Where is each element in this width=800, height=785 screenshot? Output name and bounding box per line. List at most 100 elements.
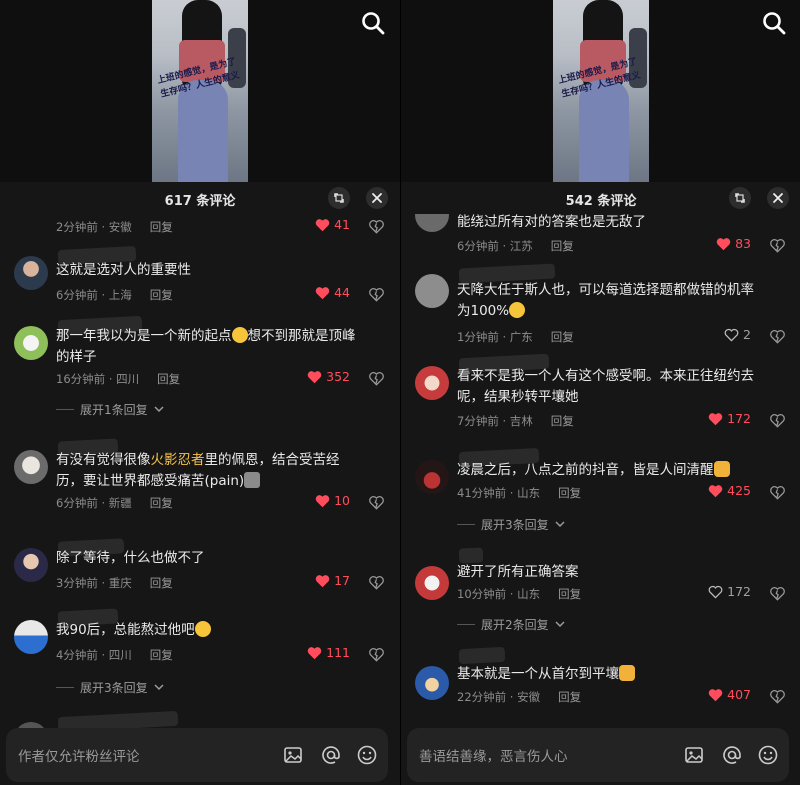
dislike-icon[interactable]	[369, 371, 384, 386]
comment-input[interactable]: 作者仅允许粉丝评论	[6, 728, 388, 782]
dislike-icon[interactable]	[770, 329, 785, 344]
avatar[interactable]	[415, 366, 449, 400]
comment-meta: 10分钟前 · 山东 回复	[457, 587, 582, 601]
like-button[interactable]: 425	[708, 483, 751, 498]
like-button[interactable]: 41	[315, 217, 350, 232]
cat-emoji-icon	[244, 472, 261, 488]
dislike-icon[interactable]	[770, 413, 785, 428]
mention-icon[interactable]	[721, 744, 743, 766]
expand-sheet-button[interactable]	[328, 187, 350, 209]
close-button[interactable]	[767, 187, 789, 209]
expand-icon	[334, 193, 344, 203]
reply-button[interactable]: 回复	[157, 372, 180, 386]
reply-button[interactable]: 回复	[150, 496, 173, 510]
like-button[interactable]: 352	[307, 369, 350, 384]
reply-button[interactable]: 回复	[558, 690, 581, 704]
expand-replies-button[interactable]: 展开3条回复	[56, 679, 164, 696]
laughing-emoji-icon	[231, 327, 248, 343]
avatar[interactable]	[14, 450, 48, 484]
reply-button[interactable]: 回复	[150, 220, 173, 234]
avatar[interactable]	[14, 256, 48, 290]
dislike-icon[interactable]	[770, 586, 785, 601]
close-button[interactable]	[366, 187, 388, 209]
comment-list[interactable]: 2分钟前 · 安徽 回复 41 这就是选对人的重要性 6分钟前 · 上海 回复 44…	[0, 214, 400, 734]
username-redacted	[458, 646, 506, 665]
expand-replies-button[interactable]: 展开1条回复	[56, 401, 164, 418]
dislike-icon[interactable]	[369, 647, 384, 662]
comment-text: 能绕过所有对的答案也是无敌了	[457, 214, 646, 230]
reply-button[interactable]: 回复	[150, 576, 173, 590]
reply-button[interactable]: 回复	[551, 239, 574, 253]
laughing-emoji-icon	[194, 621, 211, 637]
heart-outline-icon	[708, 585, 723, 599]
thumbs-up-emoji-icon	[619, 665, 635, 681]
heart-outline-icon	[724, 328, 739, 342]
expand-sheet-button[interactable]	[729, 187, 751, 209]
avatar[interactable]	[14, 326, 48, 360]
comment-meta: 16分钟前 · 四川 回复	[56, 372, 181, 386]
reply-button[interactable]: 回复	[558, 587, 581, 601]
like-button[interactable]: 407	[708, 687, 751, 702]
thumbs-up-emoji-icon	[713, 461, 730, 477]
avatar[interactable]	[14, 548, 48, 582]
reply-button[interactable]: 回复	[150, 288, 173, 302]
heart-icon	[716, 237, 731, 250]
reply-button[interactable]: 回复	[551, 330, 574, 344]
reply-button[interactable]: 回复	[150, 648, 173, 662]
comment-meta: 6分钟前 · 江苏 回复	[457, 239, 574, 253]
dislike-icon[interactable]	[369, 287, 384, 302]
video-player[interactable]: 上班的感觉，是为了生存吗？人生的意义	[0, 0, 400, 182]
avatar[interactable]	[415, 566, 449, 600]
image-icon[interactable]	[282, 744, 304, 766]
image-icon[interactable]	[683, 744, 705, 766]
dislike-icon[interactable]	[770, 689, 785, 704]
emoji-icon[interactable]	[356, 744, 378, 766]
like-button[interactable]: 83	[716, 236, 751, 251]
comment-header: 617 条评论	[0, 182, 400, 214]
comment-meta: 4分钟前 · 四川 回复	[56, 648, 173, 662]
dislike-icon[interactable]	[770, 238, 785, 253]
comment-text: 看来不是我一个人有这个感受啊。本来正往纽约去呢，结果秒转平壤她	[457, 368, 754, 405]
dislike-icon[interactable]	[369, 495, 384, 510]
comment-sheet: 542 条评论 能绕过所有对的答案也是无敌了 6分钟前 · 江苏 回复 83 天降	[401, 182, 800, 785]
video-thumbnail[interactable]: 上班的感觉，是为了生存吗？人生的意义	[152, 0, 248, 182]
heart-icon	[315, 286, 330, 299]
comment-text: 基本就是一个从首尔到平壤	[457, 664, 757, 685]
reply-button[interactable]: 回复	[551, 414, 574, 428]
like-button[interactable]: 44	[315, 285, 350, 300]
video-thumbnail[interactable]: 上班的感觉，是为了生存吗？人生的意义	[553, 0, 649, 182]
comment-meta: 3分钟前 · 重庆 回复	[56, 576, 173, 590]
like-button[interactable]: 17	[315, 573, 350, 588]
dislike-icon[interactable]	[369, 219, 384, 234]
dislike-icon[interactable]	[770, 485, 785, 500]
avatar[interactable]	[14, 620, 48, 654]
heart-icon	[307, 646, 322, 659]
chevron-down-icon	[154, 406, 164, 413]
comment-meta: 41分钟前 · 山东 回复	[457, 486, 582, 500]
avatar[interactable]	[415, 460, 449, 494]
comment-text: 我90后，总能熬过他吧	[56, 620, 356, 641]
comment-text: 天降大任于斯人也，可以每道选择题都做错的机率为100%	[457, 282, 754, 319]
reply-button[interactable]: 回复	[558, 486, 581, 500]
like-button[interactable]: 10	[315, 493, 350, 508]
comment-input[interactable]: 善语结善缘，恶言伤人心	[407, 728, 789, 782]
comment-meta: 6分钟前 · 上海 回复	[56, 288, 173, 302]
avatar[interactable]	[415, 214, 449, 232]
like-button[interactable]: 172	[708, 584, 751, 599]
avatar[interactable]	[415, 274, 449, 308]
like-button[interactable]: 2	[724, 327, 751, 342]
search-keyword-link[interactable]: 火影忍者	[151, 452, 205, 468]
comment-list[interactable]: 能绕过所有对的答案也是无敌了 6分钟前 · 江苏 回复 83 天降大任于斯人也，可…	[401, 214, 800, 734]
emoji-icon[interactable]	[757, 744, 779, 766]
dislike-icon[interactable]	[369, 575, 384, 590]
like-button[interactable]: 111	[307, 645, 350, 660]
expand-replies-button[interactable]: 展开2条回复	[457, 616, 565, 633]
mention-icon[interactable]	[320, 744, 342, 766]
expand-replies-button[interactable]: 展开3条回复	[457, 516, 565, 533]
search-icon[interactable]	[761, 10, 787, 36]
avatar[interactable]	[415, 666, 449, 700]
search-icon[interactable]	[360, 10, 386, 36]
video-player[interactable]: 上班的感觉，是为了生存吗？人生的意义	[401, 0, 800, 182]
like-button[interactable]: 172	[708, 411, 751, 426]
heart-icon	[315, 574, 330, 587]
